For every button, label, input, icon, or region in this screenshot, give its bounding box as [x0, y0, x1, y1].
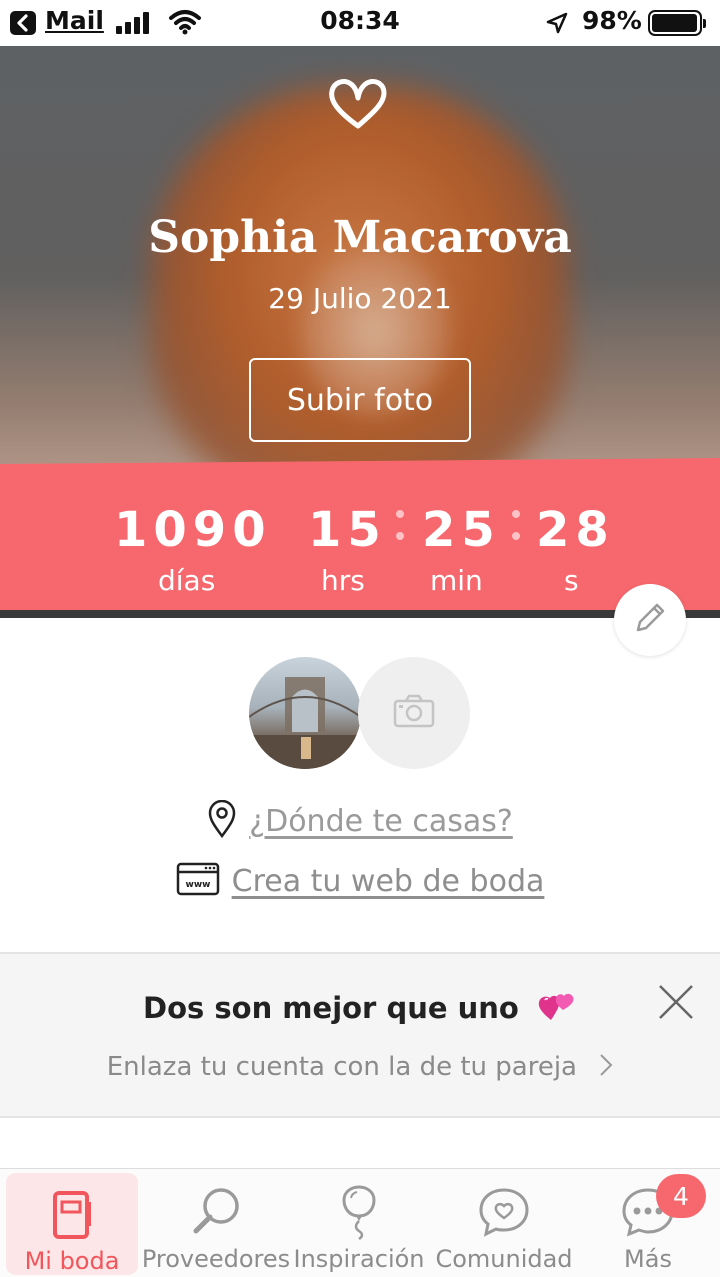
notebook-icon: [52, 1185, 92, 1245]
banner-subtitle[interactable]: Enlaza tu cuenta con la de tu pareja: [0, 1052, 720, 1084]
countdown-hours-label: hrs: [321, 564, 365, 597]
chat-heart-icon: [477, 1181, 531, 1243]
countdown-hours: 15: [308, 502, 387, 558]
battery-percent: 98%: [582, 6, 642, 35]
countdown-separator: [396, 510, 406, 554]
chevron-right-icon: [599, 1053, 613, 1084]
upload-photo-button[interactable]: Subir foto: [249, 358, 471, 442]
next-section-peek: [0, 1120, 720, 1170]
hearts-emoji-icon: [537, 988, 577, 1029]
tab-proveedores[interactable]: Proveedores: [142, 1169, 290, 1277]
add-partner-photo[interactable]: [358, 657, 470, 769]
wedding-website-label[interactable]: Crea tu web de boda: [232, 864, 545, 899]
location-pin-icon: [207, 799, 237, 842]
hero-cover: Sophia Macarova 29 Julio 2021 Subir foto: [0, 46, 720, 466]
tab-label: Mi boda: [24, 1247, 120, 1275]
status-bar: Mail 08:34 98%: [0, 0, 720, 46]
notification-badge: 4: [656, 1174, 706, 1218]
countdown-seconds-label: s: [564, 564, 579, 597]
banner-subtitle-text[interactable]: Enlaza tu cuenta con la de tu pareja: [107, 1052, 577, 1082]
edit-button[interactable]: [614, 584, 686, 656]
tab-comunidad[interactable]: Comunidad: [435, 1169, 573, 1277]
couple-name: Sophia Macarova: [148, 212, 572, 263]
wedding-date: 29 Julio 2021: [268, 282, 452, 315]
tab-mi-boda[interactable]: Mi boda: [6, 1173, 138, 1275]
countdown-days-label: días: [158, 564, 216, 597]
countdown-separator: [512, 510, 522, 554]
tab-label: Inspiración: [293, 1245, 425, 1273]
pencil-icon: [630, 598, 670, 642]
heart-outline-icon: [326, 76, 390, 136]
bottom-tab-bar: Mi boda Proveedores Inspiración Comunida…: [0, 1168, 720, 1277]
banner-title-text: Dos son mejor que uno: [143, 991, 519, 1025]
tab-label: Más: [624, 1245, 672, 1273]
close-icon[interactable]: [656, 982, 696, 1022]
battery-icon: [648, 10, 706, 36]
banner-title: Dos son mejor que uno: [0, 988, 720, 1029]
camera-icon: [393, 694, 435, 732]
countdown-seconds: 28: [536, 502, 615, 558]
svg-text:www: www: [185, 880, 210, 890]
tab-label: Proveedores: [141, 1245, 291, 1273]
balloon-icon: [339, 1181, 379, 1243]
location-arrow-icon: [545, 11, 569, 39]
wedding-location-link[interactable]: ¿Dónde te casas?: [0, 799, 720, 842]
partner-link-banner[interactable]: Dos son mejor que uno Enlaza tu cuenta c…: [0, 952, 720, 1118]
countdown-minutes-label: min: [430, 564, 483, 597]
magnifier-icon: [190, 1181, 242, 1243]
tab-label: Comunidad: [435, 1245, 573, 1273]
avatar[interactable]: [249, 657, 361, 769]
browser-window-icon: www: [176, 862, 220, 900]
wedding-location-label[interactable]: ¿Dónde te casas?: [249, 804, 513, 839]
countdown-days: 1090: [114, 502, 272, 558]
countdown-minutes: 25: [422, 502, 501, 558]
wedding-website-link[interactable]: www Crea tu web de boda: [0, 862, 720, 900]
divider: [0, 610, 720, 618]
tab-inspiracion[interactable]: Inspiración: [292, 1169, 426, 1277]
wedding-countdown: 1090 15 25 28 días hrs min s: [0, 458, 720, 613]
